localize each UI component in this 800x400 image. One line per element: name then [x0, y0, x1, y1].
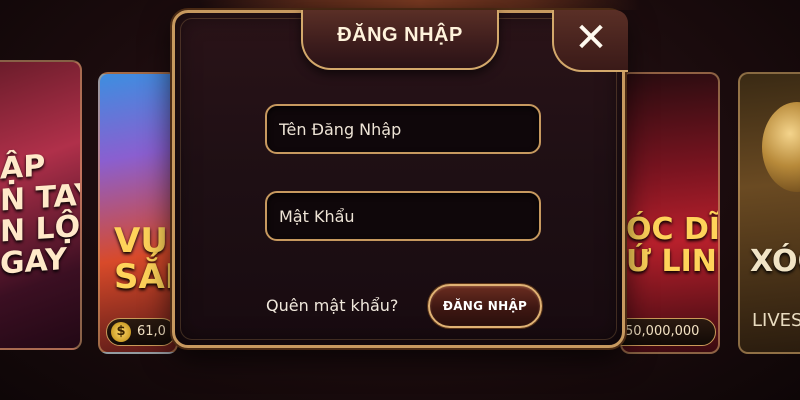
game-card-title: ẬP N TAY N LỘC GAY — [0, 148, 82, 282]
game-logo-icon — [762, 102, 800, 192]
game-card-left-slot[interactable]: VU SẮN — [98, 72, 178, 354]
game-card-title: XÓC — [750, 244, 800, 279]
close-icon: ✕ — [574, 15, 608, 61]
game-card-left-promo[interactable]: ẬP N TAY N LỘC GAY — [0, 60, 82, 350]
jackpot-badge-left: $ 61,0 — [106, 318, 176, 346]
top-banner-strip — [200, 0, 640, 10]
game-card-title: VU SẮN — [114, 221, 176, 297]
username-input[interactable] — [267, 106, 539, 152]
password-field-wrapper — [265, 191, 541, 241]
username-field-wrapper — [265, 104, 541, 154]
dollar-coin-icon: $ — [111, 322, 131, 342]
dialog-title-tab: ĐĂNG NHẬP — [301, 10, 499, 70]
jackpot-value: 50,000,000 — [625, 324, 700, 339]
password-input[interactable] — [267, 193, 539, 239]
close-button[interactable]: ✕ — [552, 10, 628, 72]
forgot-password-link[interactable]: Quên mật khẩu? — [266, 296, 398, 315]
game-card-xoc-dia-tu-linh[interactable]: ÓC DĨA Ứ LINH — [620, 72, 720, 354]
login-submit-button[interactable]: ĐĂNG NHẬP — [428, 284, 542, 328]
login-dialog: ĐĂNG NHẬP ✕ Quên mật khẩu? ĐĂNG NHẬP — [172, 10, 628, 348]
game-card-subtitle: LIVES — [752, 310, 800, 331]
game-card-title: ÓC DĨA Ứ LINH — [626, 212, 720, 279]
dialog-title: ĐĂNG NHẬP — [337, 24, 463, 46]
game-card-xoc-dia-live[interactable]: XÓC LIVES — [738, 72, 800, 354]
